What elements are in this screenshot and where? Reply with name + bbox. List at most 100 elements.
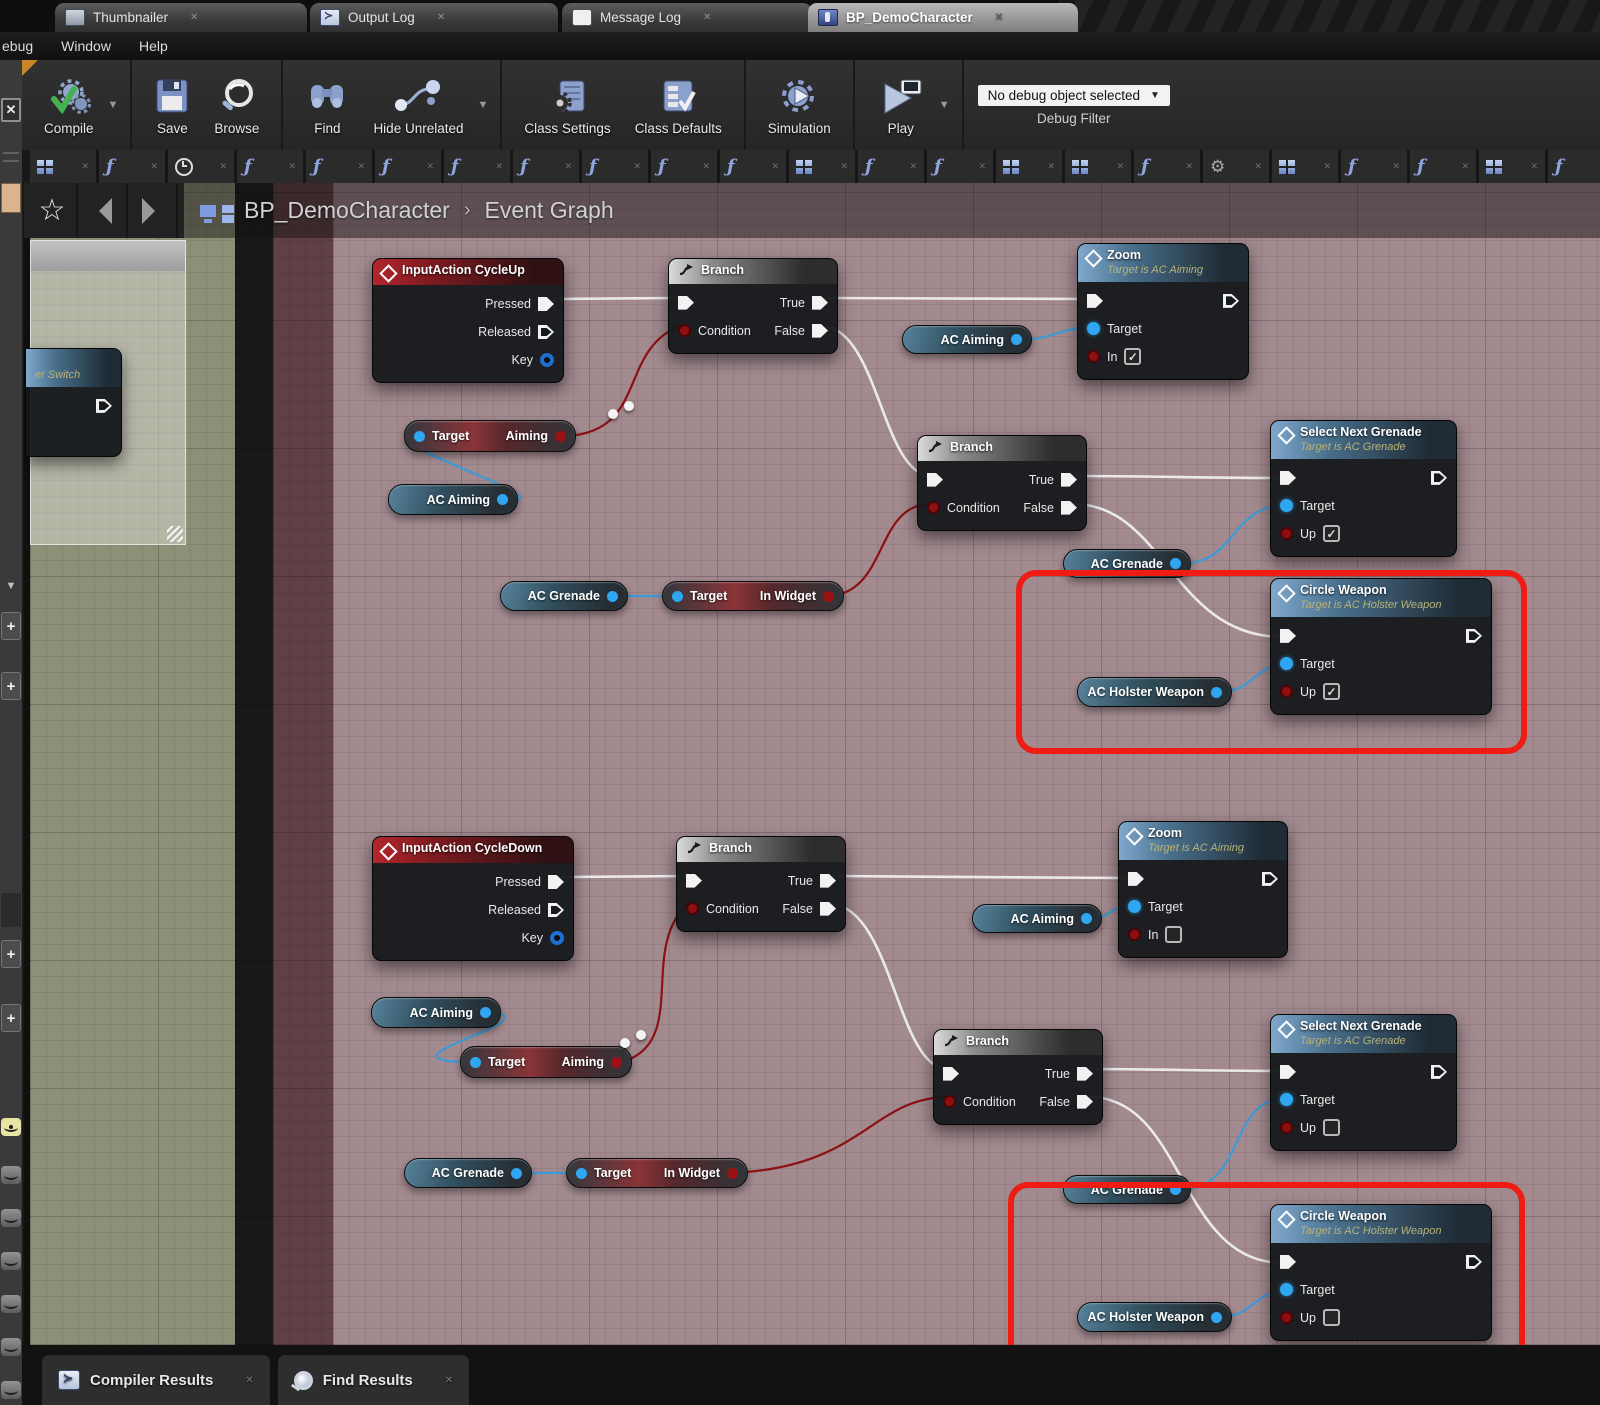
doc-tab-function[interactable]: ƒ✕ xyxy=(1341,150,1410,183)
add-button[interactable]: + xyxy=(1,940,21,968)
close-icon[interactable]: ✕ xyxy=(1323,161,1331,172)
in-pin[interactable] xyxy=(1128,928,1141,942)
key-pin[interactable] xyxy=(550,931,564,945)
node-inputaction-cycledown[interactable]: InputAction CycleDown Pressed Released K… xyxy=(372,836,574,961)
exec-out-false-pin[interactable] xyxy=(1061,500,1077,515)
doc-tab-function[interactable]: ƒ✕ xyxy=(237,150,306,183)
pill-ac-holster-weapon[interactable]: AC Holster Weapon xyxy=(1077,677,1232,707)
node-zoom-2[interactable]: Zoom Target is AC Aiming Target In xyxy=(1118,821,1288,958)
close-panel-button[interactable]: ✕ xyxy=(1,98,21,122)
node-branch-3[interactable]: Branch True Condition False xyxy=(676,836,846,932)
browse-button[interactable]: Browse xyxy=(202,71,271,140)
exec-out-false-pin[interactable] xyxy=(1077,1094,1093,1109)
exec-out-pin[interactable] xyxy=(1223,293,1239,308)
target-pin[interactable] xyxy=(1280,1093,1293,1107)
doc-tab-function[interactable]: ƒ✕ xyxy=(1548,150,1600,183)
doc-tab-function[interactable]: ƒ✕ xyxy=(720,150,789,183)
condition-pin[interactable] xyxy=(943,1095,956,1109)
ac-aiming-out-pin[interactable] xyxy=(497,494,508,505)
target-pin[interactable] xyxy=(1280,1283,1293,1297)
hide-unrelated-dropdown-caret[interactable]: ▼ xyxy=(478,99,489,111)
doc-tab-function[interactable]: ƒ✕ xyxy=(858,150,927,183)
exec-in-pin[interactable] xyxy=(1280,1254,1296,1269)
pill-ac-aiming[interactable]: AC Aiming xyxy=(371,997,501,1028)
close-icon[interactable]: ✕ xyxy=(1047,161,1055,172)
doc-tab-settings[interactable]: ⚙ ✕ xyxy=(1203,150,1272,183)
close-icon[interactable]: ✕ xyxy=(1254,161,1262,172)
doc-tab-function[interactable]: ƒ✕ xyxy=(375,150,444,183)
compile-dropdown-caret[interactable]: ▼ xyxy=(108,99,119,111)
doc-tab-graph[interactable]: ✕ xyxy=(996,150,1065,183)
ac-aiming-out-pin[interactable] xyxy=(1011,334,1022,345)
doc-tab-window[interactable]: ✕ xyxy=(30,150,99,183)
up-pin[interactable] xyxy=(1280,685,1293,699)
exec-out-pin[interactable] xyxy=(538,297,554,311)
up-checkbox[interactable] xyxy=(1322,1119,1340,1137)
target-pin[interactable] xyxy=(1280,499,1293,513)
doc-tab-function[interactable]: ƒ✕ xyxy=(306,150,375,183)
close-icon[interactable]: ✕ xyxy=(81,161,89,172)
pill-ac-aiming[interactable]: AC Aiming xyxy=(902,325,1032,354)
node-inputaction-cycleup[interactable]: InputAction CycleUp Pressed Released Key xyxy=(372,258,564,383)
doc-tab-function[interactable]: ƒ✕ xyxy=(444,150,513,183)
ac-grenade-out-pin[interactable] xyxy=(1170,1184,1181,1195)
find-button[interactable]: Find xyxy=(293,71,361,140)
pill-ac-holster-weapon[interactable]: AC Holster Weapon xyxy=(1077,1302,1232,1332)
exec-in-pin[interactable] xyxy=(1128,871,1144,886)
ac-holster-out-pin[interactable] xyxy=(1211,1311,1222,1323)
preview-titlebar[interactable] xyxy=(31,241,185,271)
doc-tab-graph[interactable]: ✕ xyxy=(1065,150,1134,183)
exec-out-pin[interactable] xyxy=(1466,1254,1482,1269)
close-icon[interactable]: ✕ xyxy=(995,12,1003,23)
doc-tab-function[interactable]: ƒ✕ xyxy=(927,150,996,183)
doc-tab-graph[interactable]: ✕ xyxy=(789,150,858,183)
exec-out-false-pin[interactable] xyxy=(820,901,836,916)
target-in-pin[interactable] xyxy=(414,430,425,442)
node-partial-switch[interactable]: er Switch xyxy=(25,348,122,457)
pill-ac-grenade[interactable]: AC Grenade xyxy=(404,1158,532,1188)
add-button[interactable]: + xyxy=(1,612,21,640)
hide-unrelated-button[interactable]: Hide Unrelated xyxy=(361,71,475,140)
node-branch-4[interactable]: Branch True Condition False xyxy=(933,1029,1103,1125)
up-pin[interactable] xyxy=(1280,1121,1293,1135)
visibility-eye-icon[interactable] xyxy=(1,1295,21,1313)
close-icon[interactable]: ✕ xyxy=(1116,161,1124,172)
resize-grip-icon[interactable] xyxy=(167,526,183,542)
favorite-button[interactable]: ☆ xyxy=(28,183,78,238)
pill-target-aiming-2[interactable]: Target Aiming xyxy=(460,1046,632,1078)
doc-tab-function[interactable]: ƒ✕ xyxy=(1410,150,1479,183)
condition-pin[interactable] xyxy=(927,501,940,515)
pill-ac-grenade[interactable]: AC Grenade xyxy=(1063,549,1191,578)
tab-thumbnailer[interactable]: Thumbnailer ✕ xyxy=(55,3,307,32)
tab-output-log[interactable]: Output Log ✕ xyxy=(310,3,558,32)
add-button[interactable]: + xyxy=(1,1004,21,1032)
exec-in-pin[interactable] xyxy=(686,873,702,888)
doc-tab-function[interactable]: ƒ✕ xyxy=(651,150,720,183)
node-circle-weapon-1[interactable]: Circle Weapon Target is AC Holster Weapon… xyxy=(1270,578,1492,715)
close-icon[interactable]: ✕ xyxy=(840,161,848,172)
exec-in-pin[interactable] xyxy=(927,472,943,487)
close-icon[interactable]: ✕ xyxy=(702,161,710,172)
close-icon[interactable]: ✕ xyxy=(190,12,198,23)
target-in-pin[interactable] xyxy=(672,590,683,602)
class-settings-button[interactable]: Class Settings xyxy=(512,71,622,140)
node-circle-weapon-2[interactable]: Circle Weapon Target is AC Holster Weapon… xyxy=(1270,1204,1492,1341)
tab-message-log[interactable]: Message Log ✕ xyxy=(562,3,812,32)
close-icon[interactable]: ✕ xyxy=(1530,161,1538,172)
add-button[interactable]: + xyxy=(1,672,21,700)
exec-out-pin[interactable] xyxy=(548,875,564,889)
exec-out-pin[interactable] xyxy=(1431,470,1447,485)
up-checkbox[interactable] xyxy=(1322,525,1340,543)
ac-aiming-out-pin[interactable] xyxy=(1081,913,1092,924)
tab-bp-democharacter[interactable]: BP_DemoCharacter ✕ xyxy=(808,3,1078,32)
canvas-band-maroon[interactable] xyxy=(273,183,333,1345)
exec-out-pin[interactable] xyxy=(548,903,564,917)
close-icon[interactable]: ✕ xyxy=(288,161,296,172)
exec-out-pin[interactable] xyxy=(538,325,554,339)
close-icon[interactable]: ✕ xyxy=(1461,161,1469,172)
close-icon[interactable]: ✕ xyxy=(703,12,711,23)
ac-aiming-out-pin[interactable] xyxy=(480,1007,491,1018)
doc-tab-function[interactable]: ƒ✕ xyxy=(513,150,582,183)
close-icon[interactable]: ✕ xyxy=(426,161,434,172)
visibility-eye-icon[interactable] xyxy=(1,1118,21,1136)
